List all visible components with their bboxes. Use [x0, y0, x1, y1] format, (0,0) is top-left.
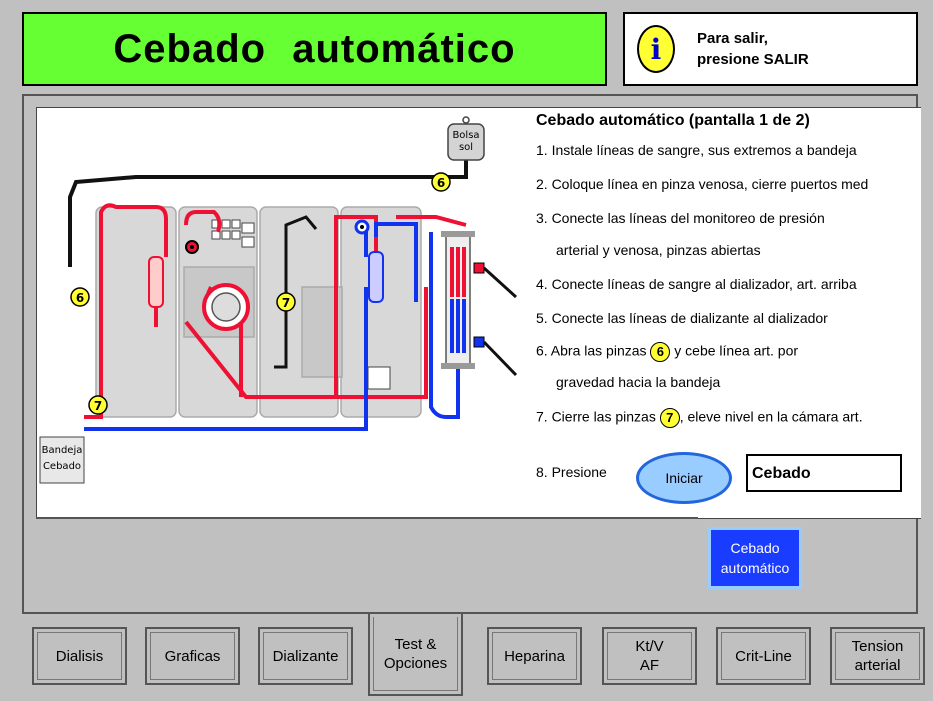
instruction-step-7: 7. Cierre las pinzas 7, eleve nivel en l…: [536, 408, 863, 428]
dialyzer: [441, 231, 518, 377]
tab-crit-line[interactable]: Crit-Line: [716, 627, 811, 685]
instruction-step-4: 4. Conecte líneas de sangre al dializado…: [536, 276, 857, 292]
screen-title: Cebado automático: [113, 26, 516, 71]
info-message-box: i Para salir, presione SALIR: [623, 12, 918, 86]
priming-diagram: Bolsa sol 6 6 7 7 Bandeja Cebado: [39, 116, 518, 484]
tray-label-line1: Bandeja: [42, 445, 83, 456]
iniciar-label: Iniciar: [665, 470, 703, 486]
tab-test-opciones[interactable]: Test & Opciones: [368, 614, 463, 696]
step-7-text-pre: 7. Cierre las pinzas: [536, 408, 656, 425]
instruction-step-6a: 6. Abra las pinzas 6 y cebe línea art. p…: [536, 342, 798, 362]
clamp-label-6-left: 6: [76, 291, 84, 305]
iniciar-button[interactable]: Iniciar: [636, 452, 732, 504]
info-icon: i: [637, 25, 675, 73]
tab-tension-arterial[interactable]: Tension arterial: [830, 627, 925, 685]
clamp-label-7-left: 7: [94, 399, 102, 413]
venous-chamber: [368, 251, 384, 303]
info-message: Para salir, presione SALIR: [697, 28, 809, 70]
step-6-text-post: y cebe línea art. por: [674, 342, 799, 359]
instruction-step-1: 1. Instale líneas de sangre, sus extremo…: [536, 142, 857, 158]
arterial-chamber: [148, 256, 164, 308]
instruction-step-2: 2. Coloque línea en pinza venosa, cierre…: [536, 176, 869, 192]
tab-dializante[interactable]: Dializante: [258, 627, 353, 685]
instruction-step-3b: arterial y venosa, pinzas abiertas: [556, 242, 761, 258]
tab-graficas[interactable]: Graficas: [145, 627, 240, 685]
clamp-6-badge: 6: [650, 342, 671, 362]
clamp-label-7-center: 7: [282, 296, 290, 310]
info-message-line2: presione SALIR: [697, 51, 809, 68]
bag-label-line2: sol: [459, 142, 473, 153]
instruction-step-6b: gravedad hacia la bandeja: [556, 374, 721, 390]
clamp-label-6-top: 6: [437, 176, 445, 190]
tab-ktv-af[interactable]: Kt/V AF: [602, 627, 697, 685]
step-7-text-post: , eleve nivel en la cámara art.: [679, 408, 863, 425]
instruction-step-5: 5. Conecte las líneas de dializante al d…: [536, 310, 828, 326]
step-6-text-pre: 6. Abra las pinzas: [536, 342, 647, 359]
bag-label-line1: Bolsa: [452, 130, 479, 141]
cebado-automatico-button[interactable]: Cebado automático: [708, 527, 802, 589]
tab-dialisis[interactable]: Dialisis: [32, 627, 127, 685]
clamp-7-badge: 7: [659, 408, 680, 428]
instructions-title: Cebado automático (pantalla 1 de 2): [536, 112, 810, 129]
priming-tray: [39, 436, 85, 484]
instruction-step-8: 8. Presione: [536, 464, 607, 480]
mode-button-line2: automático: [720, 560, 790, 576]
mode-button-line1: Cebado: [730, 540, 780, 556]
instruction-step-3a: 3. Conecte las líneas del monitoreo de p…: [536, 210, 825, 226]
tray-label-line2: Cebado: [43, 461, 81, 472]
content-shadow: [36, 517, 698, 519]
status-field: Cebado: [746, 454, 902, 492]
screen-title-bar: Cebado automático: [22, 12, 607, 86]
tab-heparina[interactable]: Heparina: [487, 627, 582, 685]
info-message-line1: Para salir,: [697, 30, 768, 47]
